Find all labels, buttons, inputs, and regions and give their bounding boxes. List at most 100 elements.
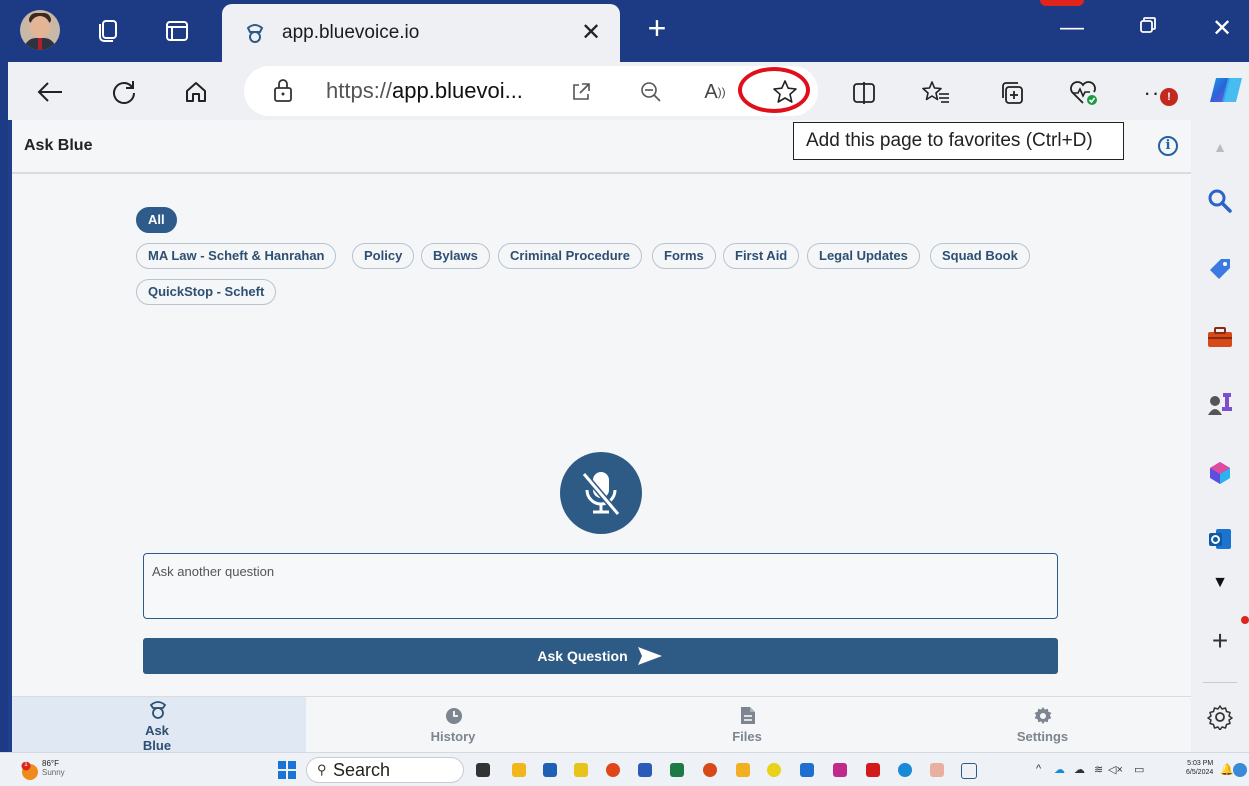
mic-off-icon: [581, 472, 621, 516]
favorites-tooltip: Add this page to favorites (Ctrl+D): [793, 122, 1124, 160]
update-badge: !: [1160, 88, 1178, 106]
split-screen-icon[interactable]: [846, 76, 882, 110]
sidebar-games-icon[interactable]: [1205, 388, 1235, 418]
tray-cloud-icon[interactable]: ☁: [1054, 763, 1065, 776]
favorite-star-highlight: [738, 67, 810, 113]
collections-icon[interactable]: [994, 76, 1030, 110]
task-view-icon[interactable]: [476, 763, 490, 777]
sidebar-tools-icon[interactable]: [1205, 322, 1235, 352]
taskbar-search[interactable]: ⚲ Search: [306, 757, 464, 783]
filter-chip-ma-law[interactable]: MA Law - Scheft & Hanrahan: [136, 243, 337, 269]
sidebar-shopping-icon[interactable]: [1205, 254, 1235, 284]
snipping-tool-icon[interactable]: [736, 763, 750, 777]
sidebar-search-icon[interactable]: [1205, 186, 1235, 216]
filter-chip-all[interactable]: All: [136, 207, 177, 233]
filter-chip-squad-book[interactable]: Squad Book: [930, 243, 1030, 269]
refresh-icon[interactable]: [106, 74, 142, 110]
profile-avatar[interactable]: [20, 10, 60, 50]
file-icon: [741, 707, 755, 724]
windows-start-icon[interactable]: [278, 761, 296, 784]
sidebar-add-icon[interactable]: +: [1205, 625, 1235, 656]
info-icon[interactable]: i: [1158, 136, 1178, 156]
bluevoice-taskbar-icon[interactable]: [961, 763, 977, 779]
nav-settings[interactable]: Settings: [894, 697, 1191, 753]
powerpoint-icon[interactable]: [703, 763, 717, 777]
slack-icon[interactable]: [833, 763, 847, 777]
filter-chip-legal-updates[interactable]: Legal Updates: [807, 243, 920, 269]
browser-tab-active[interactable]: app.bluevoice.io ✕: [222, 4, 620, 62]
app-taskbar-icon[interactable]: [930, 763, 944, 777]
gear-icon: [1034, 707, 1052, 724]
sidebar-add-dot: [1241, 616, 1249, 624]
weather-badge: 1: [24, 761, 28, 768]
weather-widget[interactable]: 86°F Sunny: [42, 759, 65, 777]
store-icon[interactable]: [543, 763, 557, 777]
chrome-icon[interactable]: [606, 763, 620, 777]
copilot-taskbar-icon[interactable]: [1233, 763, 1247, 777]
edge-taskbar-icon[interactable]: [898, 763, 912, 777]
sidebar-outlook-icon[interactable]: [1205, 524, 1235, 554]
browser-tab-bar: app.bluevoice.io ✕ + — ✕: [0, 0, 1249, 62]
nav-ask-blue[interactable]: Ask Blue: [12, 697, 306, 753]
dropbox-icon[interactable]: [800, 763, 814, 777]
back-icon[interactable]: [32, 74, 68, 110]
sidebar-divider: [1203, 682, 1237, 683]
question-field[interactable]: [143, 553, 1058, 619]
battery-icon[interactable]: ▭: [1134, 763, 1144, 776]
address-bar[interactable]: https://app.bluevoi... A)): [244, 66, 818, 116]
weather-sun-icon[interactable]: [20, 761, 40, 786]
minimize-icon[interactable]: —: [1052, 14, 1092, 42]
nav-files[interactable]: Files: [600, 697, 894, 753]
sidebar-settings-icon[interactable]: [1205, 702, 1235, 732]
sidebar-scroll-up-icon[interactable]: ▲: [1205, 132, 1235, 162]
ask-question-label: Ask Question: [537, 648, 628, 664]
todo-icon[interactable]: [767, 763, 781, 777]
ask-question-button[interactable]: Ask Question: [143, 638, 1058, 674]
filter-chip-forms[interactable]: Forms: [652, 243, 716, 269]
sidebar-expand-icon[interactable]: ▼: [1205, 568, 1235, 598]
notification-bell-icon[interactable]: 🔔: [1220, 763, 1234, 776]
nav-history[interactable]: History: [306, 697, 600, 753]
favorites-icon[interactable]: [918, 76, 954, 110]
open-in-app-icon[interactable]: [566, 78, 596, 106]
new-tab-icon[interactable]: +: [640, 10, 674, 47]
question-input[interactable]: [144, 554, 1057, 618]
taskbar-clock[interactable]: 5:03 PM 6/5/2024: [1186, 759, 1213, 777]
word-icon[interactable]: [638, 763, 652, 777]
home-icon[interactable]: [178, 74, 214, 110]
filter-chip-quickstop[interactable]: QuickStop - Scheft: [136, 279, 277, 305]
read-aloud-icon[interactable]: A)): [700, 78, 730, 106]
url-text: https://app.bluevoi...: [326, 78, 523, 103]
site-info-icon[interactable]: [272, 78, 294, 109]
tray-onedrive-icon[interactable]: ☁: [1074, 763, 1085, 776]
filter-chip-first-aid[interactable]: First Aid: [723, 243, 800, 269]
tab-close-icon[interactable]: ✕: [576, 18, 606, 47]
send-icon: [637, 647, 662, 665]
acrobat-icon[interactable]: [866, 763, 880, 777]
windows-taskbar: 1 86°F Sunny ⚲ Search ^ ☁ ☁ ≋ ◁× ▭ 5:03 P…: [0, 752, 1249, 786]
workspaces-icon[interactable]: [90, 14, 124, 48]
sidebar-microsoft365-icon[interactable]: [1205, 458, 1235, 488]
filter-chip-bylaws[interactable]: Bylaws: [421, 243, 490, 269]
tab-title: app.bluevoice.io: [282, 22, 420, 43]
restore-icon[interactable]: [1128, 14, 1168, 42]
wifi-icon[interactable]: ≋: [1094, 763, 1103, 776]
tray-overflow-icon[interactable]: ^: [1036, 763, 1041, 775]
browser-essentials-icon[interactable]: [1066, 76, 1102, 110]
copilot-icon[interactable]: [1206, 70, 1246, 110]
zoom-out-icon[interactable]: [636, 78, 666, 106]
excel-icon[interactable]: [670, 763, 684, 777]
file-explorer-icon[interactable]: [512, 763, 526, 777]
browser-toolbar: https://app.bluevoi... A)) ··· !: [8, 62, 1249, 120]
notification-mark: [1040, 0, 1084, 6]
tab-actions-icon[interactable]: [160, 14, 194, 48]
police-officer-icon: [149, 701, 167, 719]
filter-chip-policy[interactable]: Policy: [352, 243, 415, 269]
clock-icon: [446, 708, 462, 724]
filter-chip-criminal-procedure[interactable]: Criminal Procedure: [498, 243, 642, 269]
close-window-icon[interactable]: ✕: [1202, 14, 1242, 43]
norton-icon[interactable]: [574, 763, 588, 777]
mic-muted-button[interactable]: [560, 452, 642, 534]
window-left-edge: [0, 62, 8, 785]
volume-icon[interactable]: ◁×: [1108, 763, 1123, 776]
